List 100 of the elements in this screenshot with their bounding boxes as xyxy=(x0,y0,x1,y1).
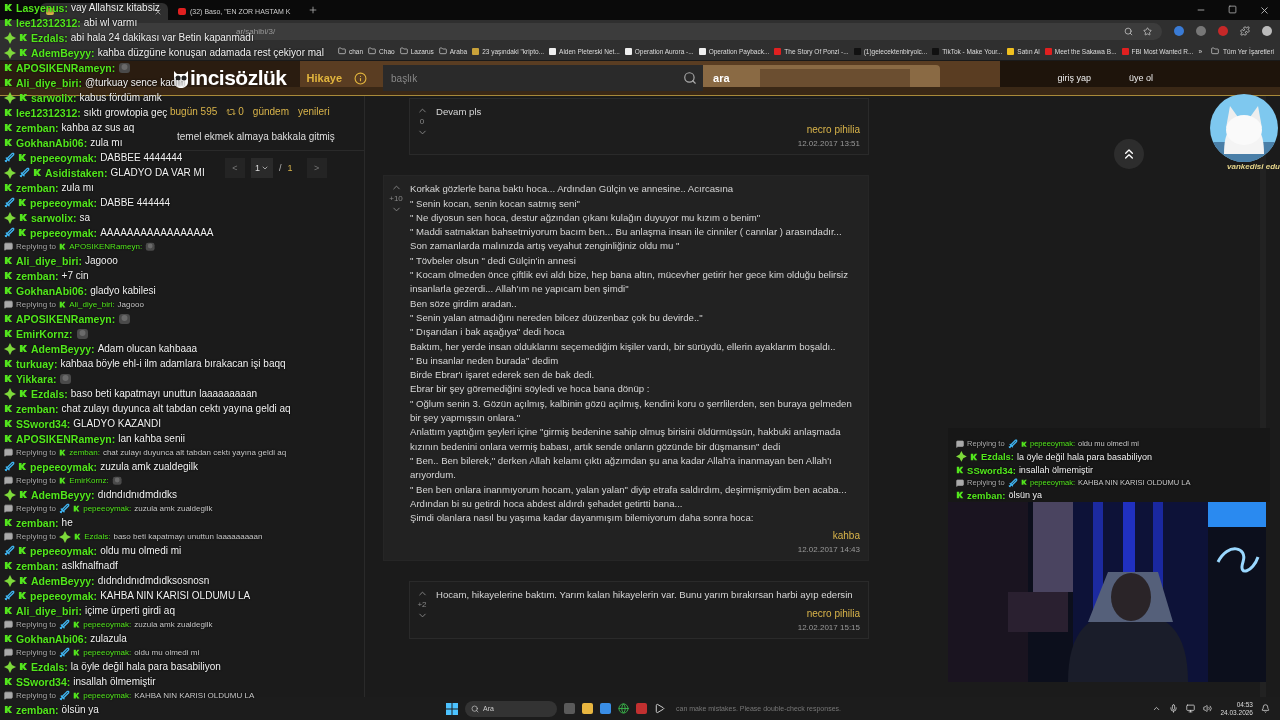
page-total: 1 xyxy=(287,163,293,173)
chat-username[interactable]: lee12312312: xyxy=(16,106,81,119)
chat-username[interactable]: pepeeoymak: xyxy=(30,196,98,209)
reply-username[interactable]: pepeeoymak: xyxy=(83,691,132,700)
reply-message: zuzula amk zualdegilk xyxy=(134,504,213,513)
chat-username[interactable]: zemban: xyxy=(16,181,59,194)
entry-author[interactable]: necro pihilia xyxy=(806,607,860,619)
reply-username[interactable]: pepeeoymak: xyxy=(83,648,132,657)
badge-icon xyxy=(4,138,13,147)
chat-username[interactable]: sarwolix: xyxy=(31,211,77,224)
chat-username[interactable]: Lasyenus: xyxy=(16,1,68,14)
chat-username[interactable]: zemban: xyxy=(16,516,59,529)
windows-start-icon[interactable] xyxy=(446,702,458,715)
chat-message: zuzula amk zualdegilk xyxy=(100,461,198,472)
chat-username[interactable]: AdemBeyyy: xyxy=(31,488,95,501)
entry-author[interactable]: necro pihilia xyxy=(806,124,860,136)
topic-title[interactable]: temel ekmek almaya bakkala gitmiş xyxy=(170,117,364,151)
chat-username[interactable]: Ali_diye_biri: xyxy=(16,254,82,267)
reply-username[interactable]: pepeeoymak: xyxy=(83,504,132,513)
caret-icon xyxy=(261,164,269,172)
reply-icon xyxy=(4,648,13,657)
reply-message: zuzula amk zualdegilk xyxy=(134,620,213,629)
chat-username[interactable]: EmirKornz: xyxy=(16,327,73,340)
nav-link[interactable]: gündem xyxy=(252,106,289,117)
chat-username[interactable]: zemban: xyxy=(16,703,59,716)
extensions-icon[interactable] xyxy=(1240,26,1250,36)
reply-message: chat zulayı duyunca alt tabdan cektı yayına geldi aq xyxy=(102,448,287,457)
reply-icon xyxy=(956,478,965,487)
chat-username[interactable]: SSword34: xyxy=(967,464,1016,476)
chat-username[interactable]: AdemBeyyy: xyxy=(31,342,95,355)
chat-username[interactable]: pepeeoymak: xyxy=(30,544,98,557)
chat-message: sıktı growtopia geç xyxy=(83,107,168,118)
folder-icon xyxy=(438,47,447,55)
notification-icon[interactable] xyxy=(1261,704,1270,713)
favicon-icon xyxy=(1007,47,1015,55)
chat-username[interactable]: zemban: xyxy=(16,559,59,572)
chat-username[interactable]: Ezdals: xyxy=(980,451,1014,463)
chat-username[interactable]: Ali_diye_biri: xyxy=(16,604,82,617)
previous-page-button[interactable]: < xyxy=(225,158,245,178)
scroll-to-top-button[interactable] xyxy=(1114,139,1144,169)
entry-text: " Tövbeler olsun " dedi Gülçin'in annesi xyxy=(410,253,577,268)
microphone-icon[interactable] xyxy=(1169,704,1179,713)
reply-label: Replying to xyxy=(16,620,57,629)
chat-username[interactable]: AdemBeyyy: xyxy=(31,574,95,587)
chat-username[interactable]: zemban: xyxy=(16,402,59,415)
chat-username[interactable]: zemban: xyxy=(967,489,1006,501)
bookmark-star-icon[interactable] xyxy=(1143,26,1152,36)
volume-icon[interactable] xyxy=(1203,704,1213,713)
nav-link[interactable]: yenileri xyxy=(298,106,330,117)
refresh-icon[interactable] xyxy=(226,106,237,117)
chat-username[interactable]: turkuay: xyxy=(16,357,58,370)
reply-username[interactable]: Ezdals: xyxy=(84,532,111,541)
chat-username[interactable]: Asidistaken: xyxy=(45,166,108,179)
chat-username[interactable]: Ezdals: xyxy=(31,387,68,400)
badge-icon xyxy=(1020,479,1027,486)
chat-username[interactable]: pepeeoymak: xyxy=(30,151,98,164)
zoom-icon[interactable] xyxy=(1124,26,1133,36)
page-select[interactable]: 1 xyxy=(251,158,273,178)
extension-icon[interactable] xyxy=(1196,26,1206,36)
chat-username[interactable]: APOSIKENRameyn: xyxy=(16,312,116,325)
entry-author[interactable]: kahba xyxy=(832,530,860,542)
chat-username[interactable]: GokhanAbi06: xyxy=(16,284,88,297)
chat-username[interactable]: GokhanAbi06: xyxy=(16,632,88,645)
favicon-icon xyxy=(1121,47,1129,55)
chat-username[interactable]: pepeeoymak: xyxy=(30,589,98,602)
folder-icon[interactable] xyxy=(582,703,593,714)
browser-icon[interactable] xyxy=(618,703,629,714)
player-icon[interactable] xyxy=(654,703,665,714)
chat-message: ölsün ya xyxy=(61,704,99,715)
chat-username[interactable]: SSword34: xyxy=(16,417,71,430)
chat-username[interactable]: SSword34: xyxy=(16,675,71,688)
new-tab-icon[interactable] xyxy=(308,5,318,15)
next-page-button[interactable]: > xyxy=(306,158,327,178)
tray-expand-icon[interactable] xyxy=(1152,704,1162,713)
chat-username[interactable]: Ezdals: xyxy=(31,660,68,673)
reply-username[interactable]: EmirKornz: xyxy=(69,476,109,485)
maximize-icon[interactable] xyxy=(1228,4,1237,14)
extension-icon[interactable] xyxy=(1174,26,1184,36)
chat-username[interactable]: zemban: xyxy=(16,121,59,134)
chat-username[interactable]: GokhanAbi06: xyxy=(16,136,88,149)
chat-username[interactable]: pepeeoymak: xyxy=(30,226,98,239)
today-link[interactable]: bugün 595 xyxy=(170,106,218,117)
chat-username[interactable]: Ezdals: xyxy=(31,31,68,44)
taskbar-app-icon[interactable] xyxy=(600,703,611,714)
reply-message: KAHBA NIN KARISI OLDUMU LA xyxy=(134,691,255,700)
chat-username[interactable]: zemban: xyxy=(16,269,59,282)
close-icon[interactable] xyxy=(1259,4,1270,16)
reply-username[interactable]: zemban: xyxy=(69,448,100,457)
network-icon[interactable] xyxy=(1186,704,1196,713)
extension-icon[interactable] xyxy=(1218,26,1228,36)
reply-username[interactable]: Ali_diye_biri: xyxy=(69,300,115,309)
chat-username[interactable]: Yikkara: xyxy=(16,372,57,385)
chat-username[interactable]: AdemBeyyy: xyxy=(31,46,95,59)
chat-username[interactable]: APOSIKENRameyn: xyxy=(16,432,116,445)
refresh-count[interactable]: 0 xyxy=(238,106,244,117)
profile-icon[interactable] xyxy=(1262,26,1272,36)
chat-username[interactable]: pepeeoymak: xyxy=(30,460,98,473)
reply-username[interactable]: pepeeoymak: xyxy=(83,620,132,629)
chat-message: zulazula xyxy=(90,633,127,644)
reply-username[interactable]: APOSIKENRameyn: xyxy=(69,242,143,251)
